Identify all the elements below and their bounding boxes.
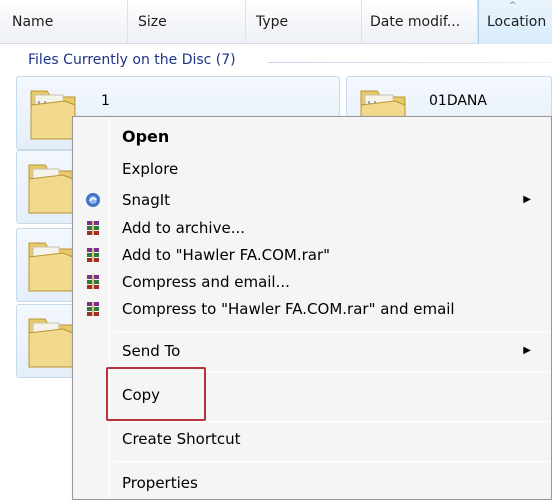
menu-separator bbox=[113, 421, 551, 422]
menu-item-compress-to-rar-email[interactable]: Compress to "Hawler FA.COM.rar" and emai… bbox=[73, 295, 552, 323]
winrar-icon bbox=[87, 302, 99, 316]
column-header-date-label: Date modif... bbox=[370, 14, 461, 30]
menu-item-send-to[interactable]: Send To ▶ bbox=[73, 337, 552, 365]
menu-item-label: Open bbox=[122, 127, 170, 146]
menu-item-label: Add to "Hawler FA.COM.rar" bbox=[122, 246, 331, 264]
menu-item-snagit[interactable]: SnagIt ▶ bbox=[73, 186, 552, 214]
copy-highlight-box bbox=[106, 367, 206, 421]
menu-item-label: Properties bbox=[122, 474, 198, 492]
group-header[interactable]: Files Currently on the Disc (7) bbox=[28, 52, 236, 68]
column-header-location[interactable]: ^ Location bbox=[478, 0, 552, 44]
file-name: 1 bbox=[101, 93, 110, 109]
column-header-location-label: Location bbox=[487, 14, 547, 30]
menu-item-add-to-archive[interactable]: Add to archive... bbox=[73, 214, 552, 242]
column-header-name-label: Name bbox=[12, 14, 54, 30]
sort-up-icon: ^ bbox=[509, 1, 517, 11]
context-menu: Open Explore SnagIt ▶ Add to archive... bbox=[72, 116, 552, 500]
menu-separator bbox=[113, 461, 551, 462]
submenu-arrow-icon: ▶ bbox=[523, 345, 531, 356]
folder-icon bbox=[28, 318, 74, 368]
menu-item-properties[interactable]: Properties bbox=[73, 469, 552, 497]
menu-item-explore[interactable]: Explore bbox=[73, 155, 552, 183]
winrar-icon bbox=[87, 275, 99, 289]
menu-item-add-to-rar[interactable]: Add to "Hawler FA.COM.rar" bbox=[73, 241, 552, 269]
folder-icon bbox=[28, 242, 74, 292]
menu-item-label: Compress and email... bbox=[122, 273, 290, 291]
winrar-icon bbox=[87, 221, 99, 235]
file-name: 01DANA bbox=[429, 93, 487, 109]
menu-item-label: Send To bbox=[122, 342, 181, 360]
menu-item-label: SnagIt bbox=[122, 191, 171, 209]
menu-item-label: Compress to "Hawler FA.COM.rar" and emai… bbox=[122, 300, 455, 318]
snagit-icon bbox=[86, 193, 100, 207]
column-header-name[interactable]: Name bbox=[0, 0, 128, 44]
column-header-type[interactable]: Type bbox=[246, 0, 362, 44]
submenu-arrow-icon: ▶ bbox=[523, 194, 531, 205]
menu-item-label: Explore bbox=[122, 160, 179, 178]
column-header-date[interactable]: Date modif... bbox=[362, 0, 478, 44]
explorer-window: Name Size Type Date modif... ^ Location … bbox=[0, 0, 552, 500]
folder-icon bbox=[28, 164, 74, 214]
menu-item-compress-email[interactable]: Compress and email... bbox=[73, 268, 552, 296]
column-header-size[interactable]: Size bbox=[128, 0, 246, 44]
menu-item-label: Add to archive... bbox=[122, 219, 245, 237]
menu-item-create-shortcut[interactable]: Create Shortcut bbox=[73, 425, 552, 453]
winrar-icon bbox=[87, 248, 99, 262]
column-header-size-label: Size bbox=[138, 14, 167, 30]
menu-item-open[interactable]: Open bbox=[73, 123, 552, 151]
menu-item-label: Create Shortcut bbox=[122, 430, 241, 448]
menu-separator bbox=[113, 331, 551, 332]
column-header-type-label: Type bbox=[256, 14, 289, 30]
column-header-bar: Name Size Type Date modif... ^ Location bbox=[0, 0, 552, 44]
group-divider bbox=[268, 62, 552, 63]
